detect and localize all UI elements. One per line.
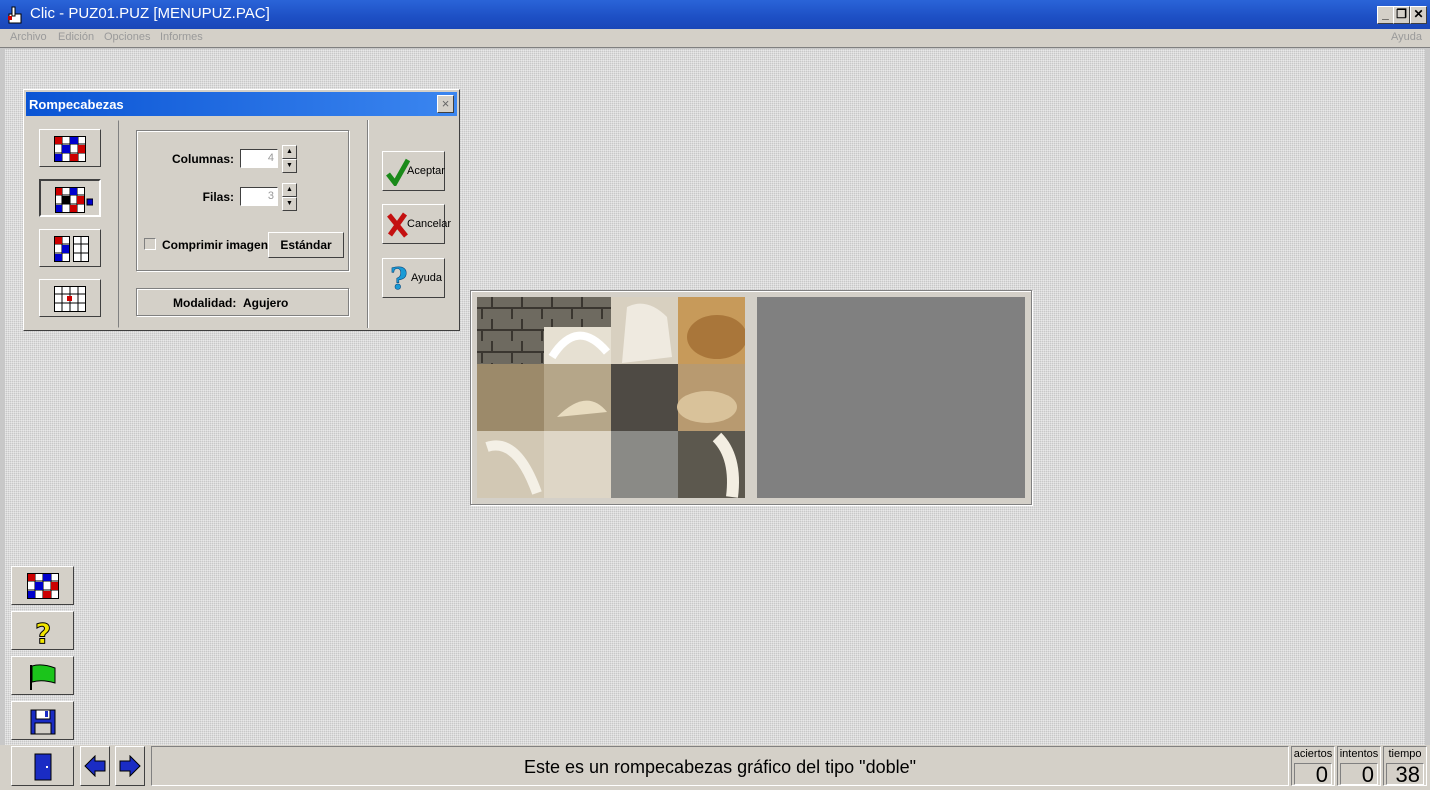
mode-grid-button[interactable]: [39, 279, 101, 317]
cancel-label: Cancelar: [407, 218, 452, 230]
window-title: Clic - PUZ01.PUZ [MENUPUZ.PAC]: [30, 5, 270, 22]
puzzle-hole-icon: [55, 187, 93, 213]
close-button[interactable]: ✕: [1410, 6, 1427, 24]
counter-intentos-label: intentos: [1339, 748, 1379, 760]
columns-label: Columnas:: [171, 152, 234, 166]
modality-value: Agujero: [243, 296, 289, 310]
menu-ayuda[interactable]: Ayuda: [1391, 31, 1422, 43]
menu-edicion[interactable]: Edición: [58, 31, 94, 43]
exit-door-icon: [34, 753, 52, 781]
dialog-title: Rompecabezas: [29, 97, 124, 112]
accept-button[interactable]: Aceptar: [382, 151, 445, 191]
cancel-button[interactable]: Cancelar: [382, 204, 451, 244]
counter-tiempo: tiempo 38: [1383, 746, 1427, 786]
actions-separator: [367, 120, 369, 328]
menu-opciones[interactable]: Opciones: [104, 31, 150, 43]
accept-label: Aceptar: [407, 165, 445, 177]
columns-input[interactable]: 4: [240, 149, 278, 168]
status-message: Este es un rompecabezas gráfico del tipo…: [151, 746, 1289, 786]
columns-down-icon[interactable]: ▼: [282, 159, 297, 173]
window-titlebar[interactable]: Clic - PUZ01.PUZ [MENUPUZ.PAC] _ ❐ ✕: [0, 0, 1430, 29]
modality-label: Modalidad:: [173, 296, 237, 310]
rows-spinner[interactable]: ▲ ▼: [282, 183, 297, 211]
rows-down-icon[interactable]: ▼: [282, 197, 297, 211]
dialog-close-button[interactable]: ×: [437, 95, 454, 113]
dialog-titlebar[interactable]: Rompecabezas ×: [26, 92, 457, 116]
svg-text:?: ?: [390, 263, 408, 295]
menu-archivo[interactable]: Archivo: [10, 31, 47, 43]
compress-image-label: Comprimir imagen: [162, 238, 269, 252]
counter-tiempo-label: tiempo: [1388, 748, 1422, 760]
compress-image-checkbox[interactable]: [144, 238, 156, 250]
puzzle-settings-dialog: Rompecabezas × Columnas: 4 ▲ ▼ Filas: 3 …: [23, 89, 460, 331]
help-label: Ayuda: [411, 272, 442, 284]
previous-button[interactable]: [80, 746, 110, 786]
counter-aciertos-value: 0: [1294, 763, 1332, 786]
save-tool-button[interactable]: [11, 701, 74, 740]
menu-informes[interactable]: Informes: [160, 31, 203, 43]
counter-tiempo-value: 38: [1386, 763, 1424, 786]
svg-text:?: ?: [35, 618, 51, 646]
question-mark-icon: ?: [390, 263, 408, 295]
mode-exchange-button[interactable]: [39, 229, 101, 267]
standard-button[interactable]: Estándar: [268, 232, 344, 258]
columns-spinner[interactable]: ▲ ▼: [282, 145, 297, 173]
rows-input[interactable]: 3: [240, 187, 278, 206]
counter-aciertos-label: aciertos: [1293, 748, 1333, 760]
help-button[interactable]: ? Ayuda: [382, 258, 445, 298]
counter-intentos-value: 0: [1340, 763, 1378, 786]
green-flag-icon: [30, 664, 56, 690]
puzzle-double-icon: [54, 136, 86, 162]
mode-hole-button[interactable]: [39, 179, 101, 217]
columns-up-icon[interactable]: ▲: [282, 145, 297, 159]
minimize-button[interactable]: _: [1377, 6, 1394, 24]
menu-bar: Archivo Edición Opciones Informes Ayuda: [0, 29, 1430, 48]
activity-tool-button[interactable]: [11, 566, 74, 605]
exit-button[interactable]: [11, 746, 74, 786]
mode-double-button[interactable]: [39, 129, 101, 167]
puzzle-exchange-icon: [54, 236, 89, 262]
arrow-left-icon: [84, 755, 106, 777]
counter-intentos: intentos 0: [1337, 746, 1381, 786]
arrow-right-icon: [119, 755, 141, 777]
restore-button[interactable]: ❐: [1393, 6, 1410, 24]
puzzle-grid-icon: [27, 573, 59, 599]
info-tool-button[interactable]: [11, 656, 74, 695]
rows-label: Filas:: [202, 190, 234, 204]
modality-box: Modalidad: Agujero: [136, 288, 349, 316]
counter-aciertos: aciertos 0: [1291, 746, 1335, 786]
rows-up-icon[interactable]: ▲: [282, 183, 297, 197]
question-icon: ?: [35, 618, 52, 646]
next-button[interactable]: [115, 746, 145, 786]
puzzle-target-area[interactable]: [757, 297, 1025, 498]
puzzle-grid-icon: [54, 286, 86, 312]
puzzle-source-image[interactable]: [477, 297, 745, 498]
hand-pointer-icon: [8, 6, 22, 24]
floppy-disk-icon: [30, 709, 56, 735]
help-tool-button[interactable]: ?: [11, 611, 74, 650]
